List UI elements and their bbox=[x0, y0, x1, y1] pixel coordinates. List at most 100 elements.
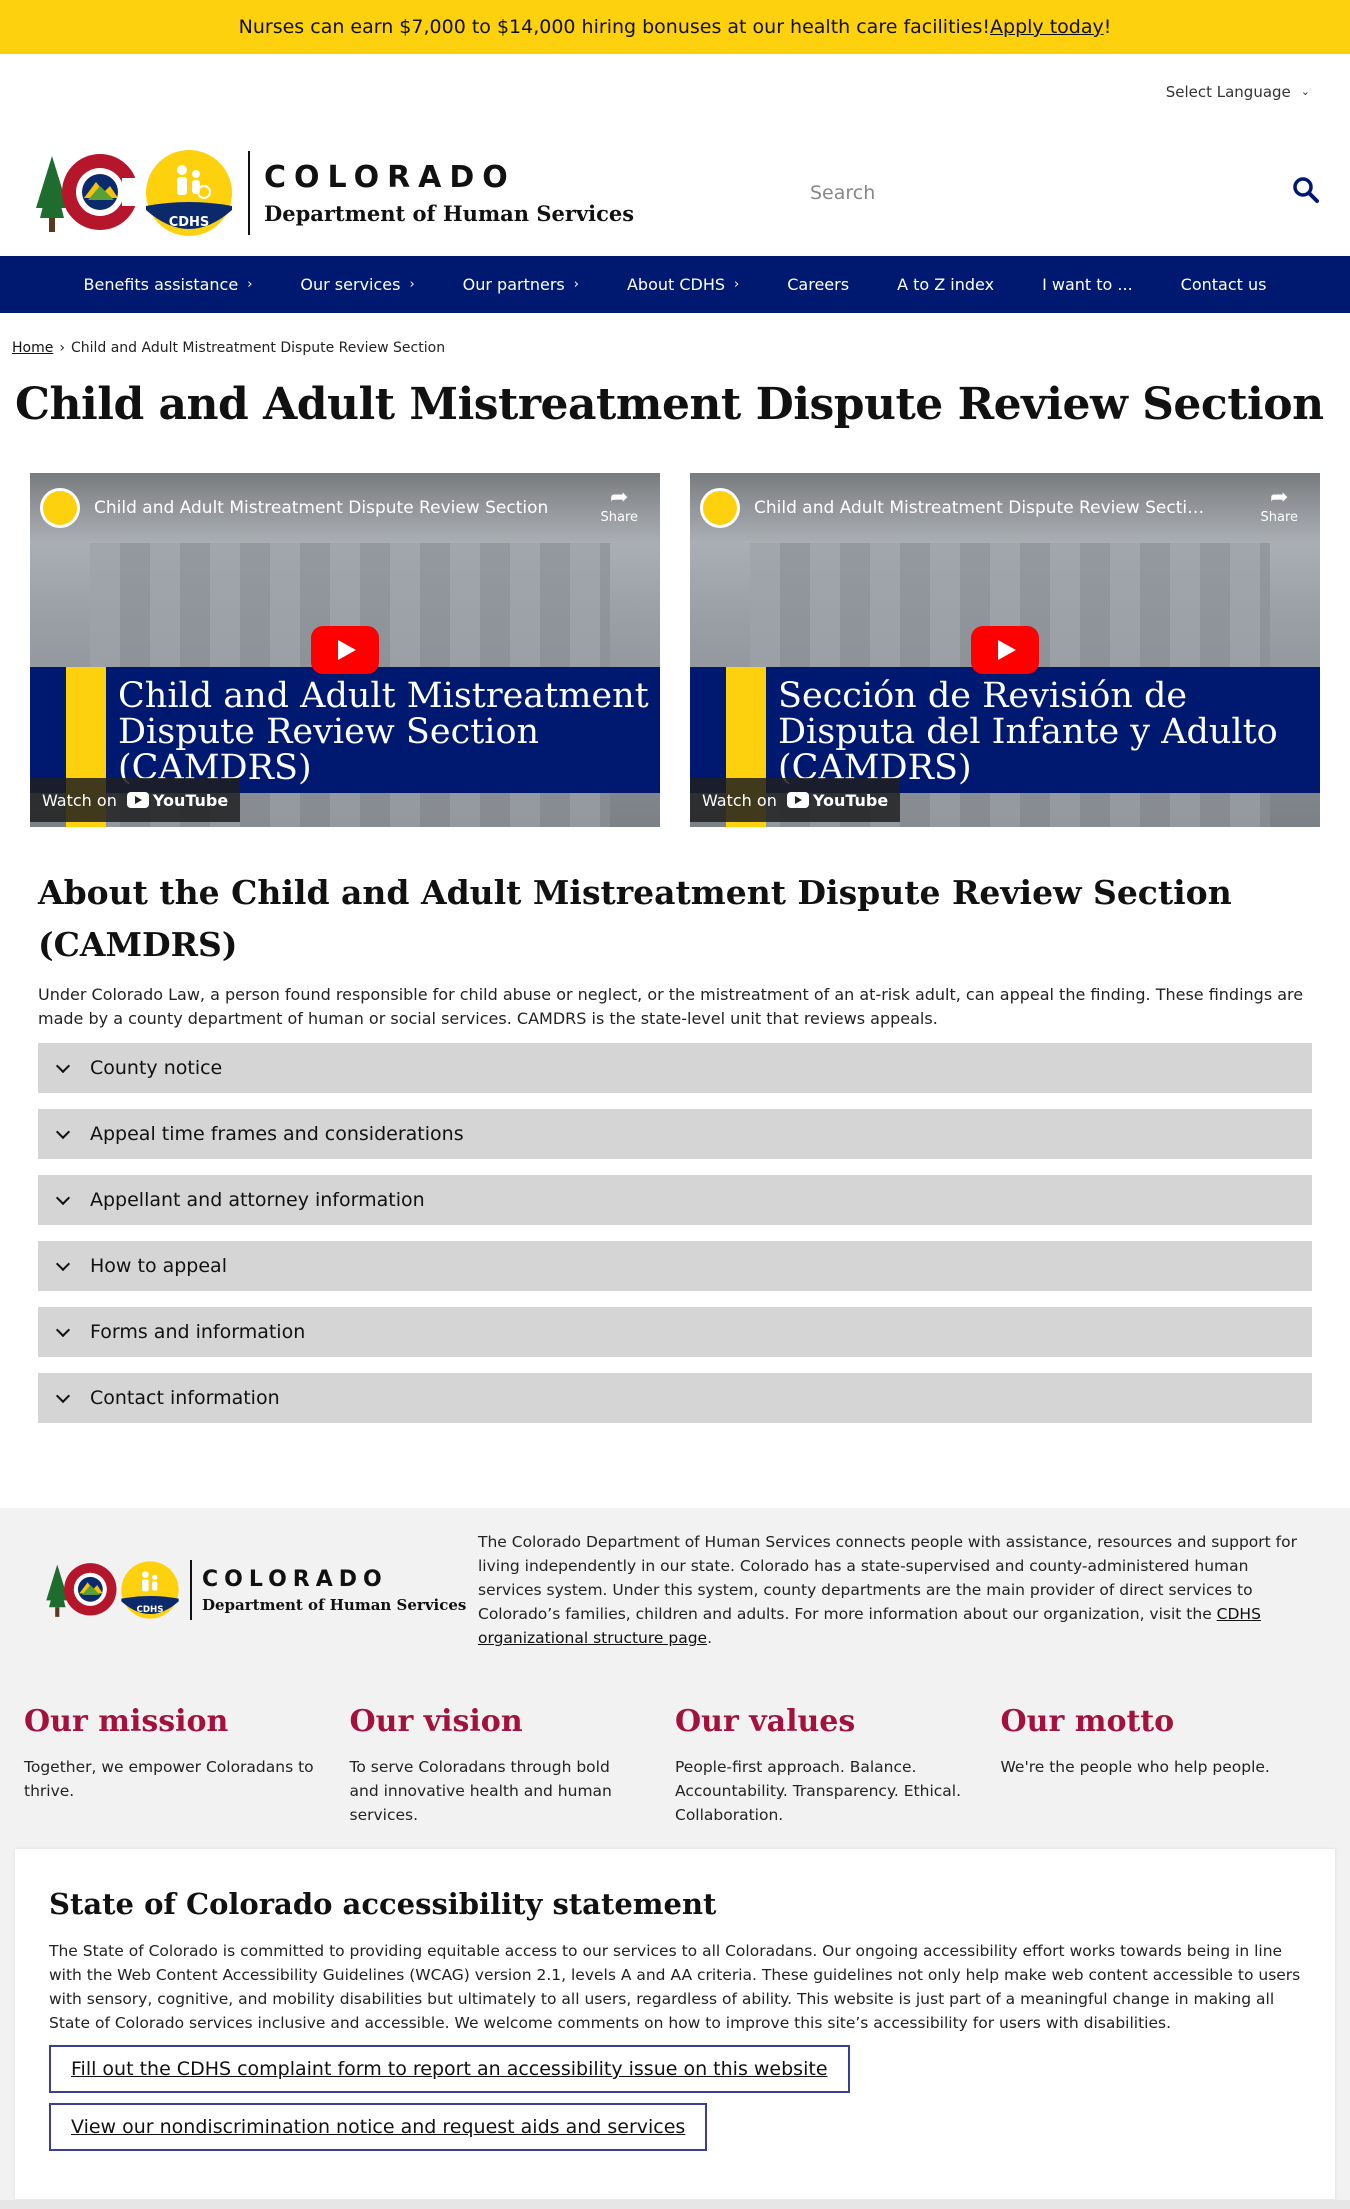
youtube-logo: YouTube bbox=[126, 791, 228, 810]
youtube-logo: YouTube bbox=[786, 790, 889, 810]
video-title-link[interactable]: Child and Adult Mistreatment Dispute Rev… bbox=[754, 498, 1214, 518]
main-nav: Benefits assistance › Our services › Our p… bbox=[0, 256, 1350, 313]
share-button[interactable]: ➦ Share bbox=[1260, 485, 1298, 525]
pillar-title: Our values bbox=[675, 1704, 856, 1739]
nav-our-partners[interactable]: Our partners › bbox=[439, 275, 603, 294]
share-arrow-icon: ➦ bbox=[610, 485, 629, 510]
about-heading: About the Child and Adult Mistreatment D… bbox=[38, 873, 1232, 964]
breadcrumb: Home › Child and Adult Mistreatment Disput… bbox=[0, 313, 1350, 373]
about-body: Under Colorado Law, a person found respo… bbox=[38, 985, 1304, 1028]
video-title-link[interactable]: Child and Adult Mistreatment Dispute Rev… bbox=[94, 498, 554, 518]
apply-today-link[interactable]: Apply today bbox=[990, 16, 1104, 38]
pillar-vision: Our vision To serve Coloradans through b… bbox=[350, 1704, 676, 1827]
breadcrumb-separator-icon: › bbox=[59, 340, 65, 356]
channel-avatar-icon[interactable] bbox=[40, 488, 80, 528]
watch-on-youtube-button[interactable]: Watch on YouTube bbox=[30, 778, 241, 822]
nav-item-label: Our services bbox=[300, 275, 401, 294]
accordion-how-to-appeal[interactable]: How to appeal bbox=[38, 1241, 1312, 1291]
accordion-label: Contact information bbox=[90, 1387, 280, 1409]
pillar-mission: Our mission Together, we empower Colorad… bbox=[24, 1704, 350, 1827]
breadcrumb-current: Child and Adult Mistreatment Dispute Rev… bbox=[70, 340, 446, 356]
language-select[interactable]: Select Language ⌄ bbox=[1166, 83, 1310, 101]
nav-our-services[interactable]: Our services › bbox=[276, 275, 438, 294]
banner-text: Nurses can earn $7,000 to $14,000 hiring… bbox=[238, 16, 991, 38]
nav-item-label: Benefits assistance bbox=[83, 275, 239, 294]
footer-about-end: . bbox=[707, 1629, 713, 1647]
chevron-down-icon bbox=[56, 1193, 70, 1207]
logo-divider bbox=[248, 150, 250, 235]
footer-logo[interactable]: CDHS COLORADO Department of Human Servic… bbox=[40, 1530, 478, 1650]
youtube-play-icon bbox=[786, 792, 809, 808]
footer-logo-department-name: Department of Human Services bbox=[202, 1595, 467, 1614]
share-button[interactable]: ➦ Share bbox=[600, 485, 638, 525]
accordion-label: Appeal time frames and considerations bbox=[90, 1123, 464, 1145]
watch-on-youtube-button[interactable]: Watch on YouTube bbox=[690, 778, 901, 822]
accordion-label: Appellant and attorney information bbox=[90, 1189, 425, 1211]
accordion-forms-information[interactable]: Forms and information bbox=[38, 1307, 1312, 1357]
accordion-appellant-attorney-info[interactable]: Appellant and attorney information bbox=[38, 1175, 1312, 1225]
colorado-c-icon bbox=[46, 1563, 117, 1617]
svg-text:CDHS: CDHS bbox=[169, 215, 210, 230]
video-top-bar: Child and Adult Mistreatment Dispute Rev… bbox=[690, 473, 1320, 543]
footer-logo-state-name: COLORADO bbox=[202, 1566, 388, 1592]
accessibility-body: The State of Colorado is committed to pr… bbox=[49, 1942, 1301, 2032]
language-select-label: Select Language bbox=[1165, 82, 1291, 101]
video-embed-spanish[interactable]: Sección de Revisión de Disputa del Infan… bbox=[690, 473, 1320, 827]
nav-a-to-z-index[interactable]: A to Z index bbox=[873, 275, 1018, 294]
complaint-form-button[interactable]: Fill out the CDHS complaint form to repo… bbox=[49, 2045, 850, 2093]
colorado-logo-mark: CDHS bbox=[30, 148, 234, 238]
play-button-icon[interactable] bbox=[311, 626, 379, 674]
nav-i-want-to[interactable]: I want to ... bbox=[1018, 275, 1157, 294]
share-label: Share bbox=[600, 510, 638, 525]
pillar-motto: Our motto We're the people who help peop… bbox=[1001, 1704, 1327, 1827]
accordion-appeal-time-frames[interactable]: Appeal time frames and considerations bbox=[38, 1109, 1312, 1159]
nav-contact-us[interactable]: Contact us bbox=[1157, 275, 1291, 294]
nav-about-cdhs[interactable]: About CDHS › bbox=[603, 275, 763, 294]
video-embed-english[interactable]: Child and Adult Mistreatment Dispute Rev… bbox=[30, 473, 660, 827]
pillar-title: Our motto bbox=[1000, 1704, 1175, 1739]
footer-logo-text: COLORADO Department of Human Services bbox=[202, 1567, 466, 1614]
chevron-down-icon bbox=[56, 1325, 70, 1339]
channel-avatar-icon[interactable] bbox=[700, 488, 740, 528]
language-row: Select Language ⌄ bbox=[0, 54, 1350, 129]
nav-benefits-assistance[interactable]: Benefits assistance › bbox=[60, 275, 277, 294]
logo-text: COLORADO Department of Human Services bbox=[264, 160, 634, 226]
pillar-text: People-first approach. Balance. Accounta… bbox=[675, 1758, 962, 1824]
search-area bbox=[810, 129, 1320, 256]
youtube-play-icon bbox=[126, 792, 149, 808]
pillar-title: Our vision bbox=[349, 1704, 523, 1739]
accordion: County notice Appeal time frames and con… bbox=[38, 1043, 1312, 1423]
pillar-values: Our values People-first approach. Balanc… bbox=[675, 1704, 1001, 1827]
nondiscrimination-notice-button[interactable]: View our nondiscrimination notice and re… bbox=[49, 2103, 708, 2151]
chevron-right-icon: › bbox=[573, 277, 579, 292]
play-button-icon[interactable] bbox=[971, 626, 1039, 674]
site-logo[interactable]: CDHS COLORADO Department of Human Servic… bbox=[30, 148, 634, 238]
pillar-text: Together, we empower Coloradans to thriv… bbox=[24, 1758, 314, 1800]
accordion-label: How to appeal bbox=[90, 1255, 227, 1277]
site-footer: CDHS COLORADO Department of Human Servic… bbox=[0, 1508, 1350, 2209]
logo-divider bbox=[190, 1560, 192, 1620]
accordion-label: County notice bbox=[90, 1057, 223, 1079]
search-icon[interactable] bbox=[1292, 176, 1320, 208]
search-input[interactable] bbox=[810, 181, 1250, 204]
nav-item-label: Careers bbox=[787, 275, 850, 294]
chevron-down-icon: ⌄ bbox=[1300, 85, 1310, 98]
pillar-text: We're the people who help people. bbox=[1000, 1758, 1270, 1776]
accordion-contact-information[interactable]: Contact information bbox=[38, 1373, 1312, 1423]
nav-careers[interactable]: Careers bbox=[763, 275, 873, 294]
chevron-down-icon bbox=[56, 1127, 70, 1141]
accordion-label: Forms and information bbox=[90, 1321, 306, 1343]
cdhs-badge-icon: CDHS bbox=[146, 149, 232, 236]
youtube-wordmark: YouTube bbox=[812, 790, 889, 810]
chevron-down-icon bbox=[56, 1061, 70, 1075]
breadcrumb-home-link[interactable]: Home bbox=[12, 340, 53, 356]
share-arrow-icon: ➦ bbox=[1270, 485, 1289, 510]
video-overlay-title: Child and Adult Mistreatment Dispute Rev… bbox=[118, 676, 649, 788]
footer-pillars: Our mission Together, we empower Colorad… bbox=[0, 1704, 1350, 1827]
video-row: Child and Adult Mistreatment Dispute Rev… bbox=[0, 473, 1350, 827]
about-section: About the Child and Adult Mistreatment D… bbox=[0, 867, 1350, 1423]
accordion-county-notice[interactable]: County notice bbox=[38, 1043, 1312, 1093]
footer-top: CDHS COLORADO Department of Human Servic… bbox=[0, 1508, 1350, 1650]
pillar-title: Our mission bbox=[24, 1704, 229, 1739]
logo-department-name: Department of Human Services bbox=[264, 200, 635, 226]
